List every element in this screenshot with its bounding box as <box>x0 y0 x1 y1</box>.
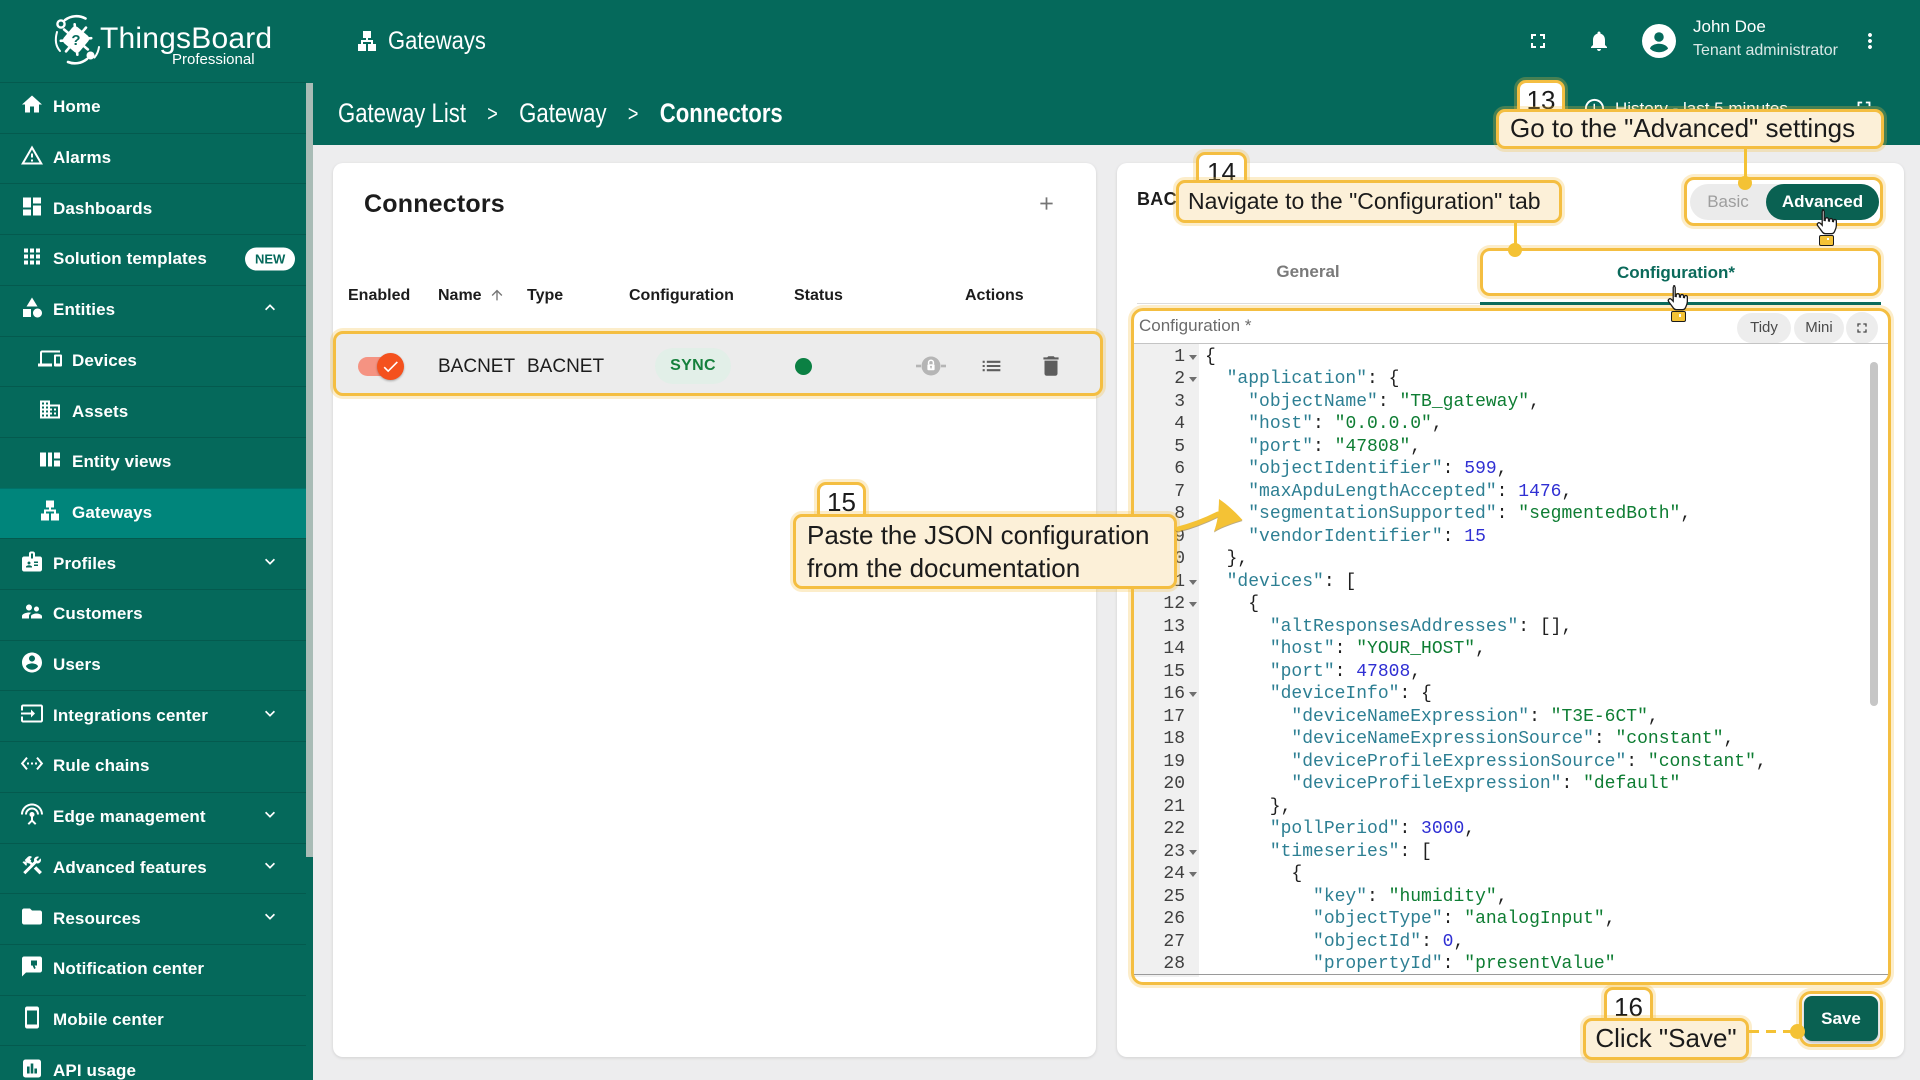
svg-text:?: ? <box>71 32 80 49</box>
